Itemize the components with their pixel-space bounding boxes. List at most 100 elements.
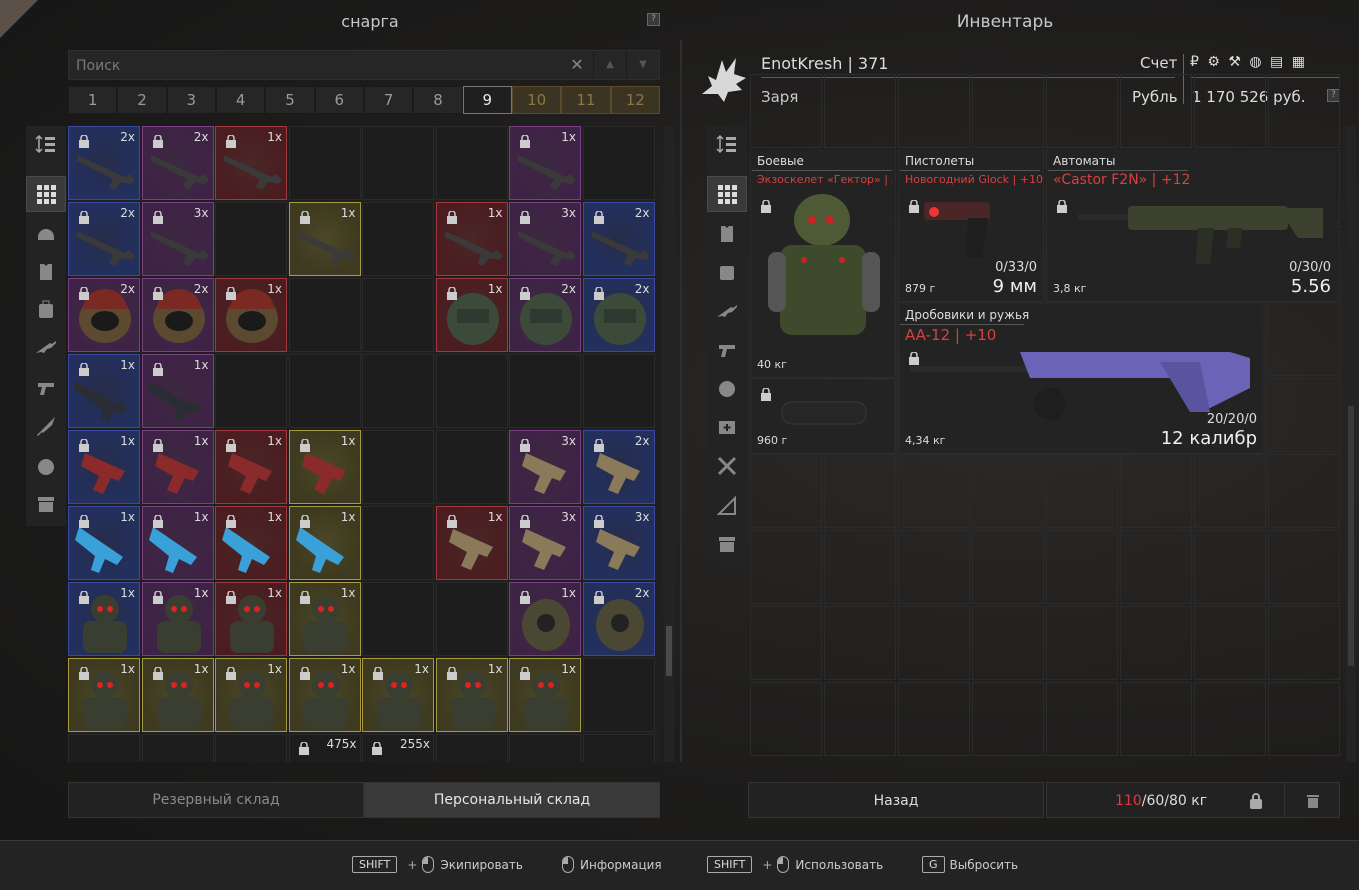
stash-item[interactable]: 3x: [509, 430, 581, 504]
stash-item[interactable]: 1x: [215, 582, 287, 656]
stash-cell[interactable]: [362, 354, 434, 428]
stash-item[interactable]: 1x: [288, 430, 361, 504]
misc-box-icon[interactable]: [707, 526, 747, 562]
inventory-cell[interactable]: [750, 454, 822, 528]
stash-cell[interactable]: [68, 734, 140, 762]
armor-icon[interactable]: [707, 216, 747, 252]
rifle-icon[interactable]: [707, 294, 747, 330]
page-tab-5[interactable]: 5: [265, 86, 315, 114]
inventory-cell[interactable]: [972, 74, 1044, 148]
page-tab-9[interactable]: 9: [462, 86, 512, 114]
currency-icons[interactable]: ₽ ⚙ ⚒ ◍ ▤ ▦: [1190, 54, 1307, 70]
stash-cell[interactable]: [362, 582, 434, 656]
stash-item[interactable]: 3x: [509, 202, 581, 276]
armor-icon[interactable]: [26, 254, 66, 290]
stash-item[interactable]: 2x: [141, 278, 214, 352]
stash-cell[interactable]: [362, 430, 434, 504]
sort-up-button[interactable]: ▲: [593, 51, 626, 79]
stash-cell[interactable]: [435, 126, 508, 200]
stash-item[interactable]: 1x: [288, 506, 361, 580]
inventory-cell[interactable]: [824, 530, 896, 604]
inventory-cell[interactable]: [1194, 530, 1266, 604]
stash-cell[interactable]: [582, 126, 655, 200]
inventory-cell[interactable]: [972, 606, 1044, 680]
inventory-cell[interactable]: [1268, 530, 1340, 604]
stash-item[interactable]: 2x: [68, 126, 140, 200]
back-button[interactable]: Назад: [748, 782, 1044, 818]
page-tab-7[interactable]: 7: [363, 86, 414, 114]
stash-item[interactable]: 3x: [141, 202, 214, 276]
medkit-icon[interactable]: [707, 408, 747, 444]
page-tab-4[interactable]: 4: [215, 86, 266, 114]
slot-pistol[interactable]: Пистолеты Новогодний Glock | +10 0/33/0 …: [900, 150, 1043, 302]
page-tab-2[interactable]: 2: [117, 86, 167, 114]
search-input[interactable]: Поиск: [69, 51, 561, 79]
inventory-cell[interactable]: [824, 682, 896, 756]
stash-cell[interactable]: [288, 278, 361, 352]
rifle-icon[interactable]: [26, 330, 66, 366]
inventory-cell[interactable]: [1046, 74, 1118, 148]
stash-item[interactable]: 2x: [582, 278, 655, 352]
slot-combat[interactable]: Боевые Экзоскелет «Гектор» | ... 40 кг: [752, 150, 894, 378]
inventory-cell[interactable]: [1046, 530, 1118, 604]
inventory-cell[interactable]: [1194, 682, 1266, 756]
pistol-icon[interactable]: [707, 332, 747, 368]
inventory-cell[interactable]: [1194, 606, 1266, 680]
stash-scrollbar[interactable]: [664, 126, 674, 762]
grenade-icon[interactable]: [26, 448, 66, 484]
backpack-icon[interactable]: [26, 292, 66, 328]
page-tab-6[interactable]: 6: [314, 86, 364, 114]
inventory-cell[interactable]: [824, 454, 896, 528]
trash-button[interactable]: [1284, 782, 1340, 818]
stash-cell[interactable]: [509, 734, 581, 762]
inventory-cell[interactable]: [1268, 454, 1340, 528]
sort-down-button[interactable]: ▼: [626, 51, 659, 79]
weight-lock-icon[interactable]: [1249, 793, 1263, 809]
stash-item[interactable]: 1x: [288, 202, 361, 276]
stash-item[interactable]: 1x: [68, 354, 140, 428]
stash-item[interactable]: 2x: [582, 202, 655, 276]
stash-item[interactable]: 2x: [582, 582, 655, 656]
inventory-cell[interactable]: [898, 454, 970, 528]
inventory-cell[interactable]: [1194, 454, 1266, 528]
stash-cell[interactable]: [362, 126, 434, 200]
stash-item[interactable]: 2x: [68, 278, 140, 352]
backpack-icon[interactable]: [707, 254, 747, 290]
stash-item[interactable]: 1x: [509, 658, 581, 732]
stash-item[interactable]: 1x: [141, 354, 214, 428]
clear-search-icon[interactable]: ✕: [561, 51, 593, 79]
stash-item[interactable]: 1x: [509, 126, 581, 200]
stash-item[interactable]: 3x: [582, 506, 655, 580]
knife-icon[interactable]: [26, 408, 66, 444]
pistol-icon[interactable]: [26, 370, 66, 406]
stash-item[interactable]: 1x: [141, 430, 214, 504]
inventory-cell[interactable]: [1268, 606, 1340, 680]
stash-item[interactable]: 1x: [68, 658, 140, 732]
inventory-cell[interactable]: [824, 606, 896, 680]
stash-item[interactable]: 1x: [215, 126, 287, 200]
inventory-scroll-thumb[interactable]: [1348, 406, 1354, 666]
inventory-scrollbar[interactable]: [1346, 126, 1356, 762]
inventory-cell[interactable]: [1268, 302, 1340, 376]
inventory-cell[interactable]: [750, 530, 822, 604]
stash-cell[interactable]: [435, 354, 508, 428]
inventory-cell[interactable]: [898, 682, 970, 756]
stash-item[interactable]: 1x: [435, 658, 508, 732]
stash-item[interactable]: 1x: [215, 430, 287, 504]
stash-cell[interactable]: [362, 202, 434, 276]
stash-item[interactable]: 1x: [68, 430, 140, 504]
stash-cell[interactable]: [215, 354, 287, 428]
stash-item[interactable]: 1x: [141, 658, 214, 732]
stash-item[interactable]: 1x: [435, 278, 508, 352]
stash-cell[interactable]: [288, 354, 361, 428]
inventory-cell[interactable]: [898, 606, 970, 680]
stash-item[interactable]: 2x: [582, 430, 655, 504]
stash-cell[interactable]: [215, 202, 287, 276]
inventory-cell[interactable]: [750, 74, 822, 148]
stash-cell[interactable]: [215, 734, 287, 762]
stash-cell[interactable]: [141, 734, 214, 762]
reserve-stash-tab[interactable]: Резервный склад: [68, 782, 364, 818]
inventory-cell[interactable]: [972, 530, 1044, 604]
inventory-cell[interactable]: [750, 606, 822, 680]
slot-rifle[interactable]: Автоматы «Castor F2N» | +12 0/30/0 3,8 к…: [1048, 150, 1336, 302]
